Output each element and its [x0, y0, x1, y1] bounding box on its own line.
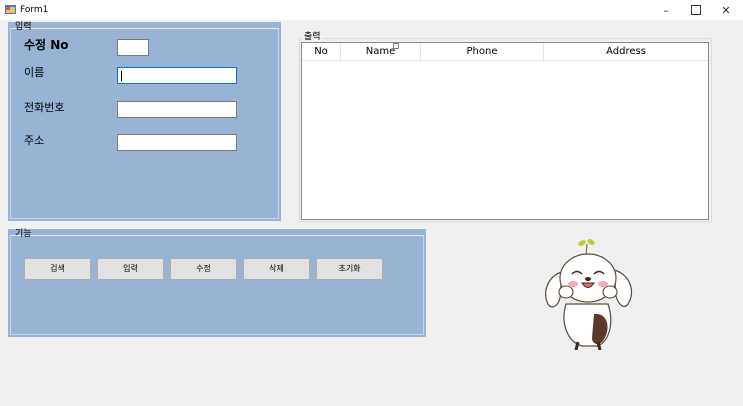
title-bar: Form1 – ✕: [0, 0, 743, 20]
close-button[interactable]: ✕: [711, 0, 741, 20]
edit-no-field[interactable]: [117, 39, 149, 56]
reset-button[interactable]: 초기화: [316, 258, 383, 280]
column-header-no[interactable]: No: [302, 43, 341, 60]
window-title: Form1: [20, 5, 49, 15]
address-field[interactable]: [117, 134, 237, 151]
close-icon: ✕: [721, 3, 731, 17]
name-field[interactable]: [117, 67, 237, 84]
maximize-icon: [691, 5, 701, 15]
output-listview[interactable]: No Name Phone Address: [301, 42, 709, 220]
edit-no-label: 수정 No: [24, 38, 69, 52]
minimize-icon: –: [663, 3, 669, 17]
column-header-phone[interactable]: Phone: [421, 43, 544, 60]
name-label: 이름: [24, 66, 45, 79]
text-caret: [121, 71, 122, 81]
app-icon: [5, 5, 16, 14]
column-header-address[interactable]: Address: [544, 43, 708, 60]
input-group-title: 입력: [15, 22, 32, 32]
column-header-name[interactable]: Name: [341, 43, 421, 60]
delete-button[interactable]: 삭제: [243, 258, 310, 280]
function-group-title: 기능: [15, 229, 32, 239]
function-groupbox: 기능: [8, 229, 426, 337]
minimize-button[interactable]: –: [651, 0, 681, 20]
phone-field[interactable]: [117, 101, 237, 118]
address-label: 주소: [24, 134, 45, 147]
search-button[interactable]: 검색: [24, 258, 91, 280]
maximize-button[interactable]: [681, 0, 711, 20]
insert-button[interactable]: 입력: [97, 258, 164, 280]
puppy-mascot-image: [545, 239, 633, 350]
sort-indicator-icon: [393, 43, 399, 49]
phone-label: 전화번호: [24, 101, 65, 114]
update-button[interactable]: 수정: [170, 258, 237, 280]
